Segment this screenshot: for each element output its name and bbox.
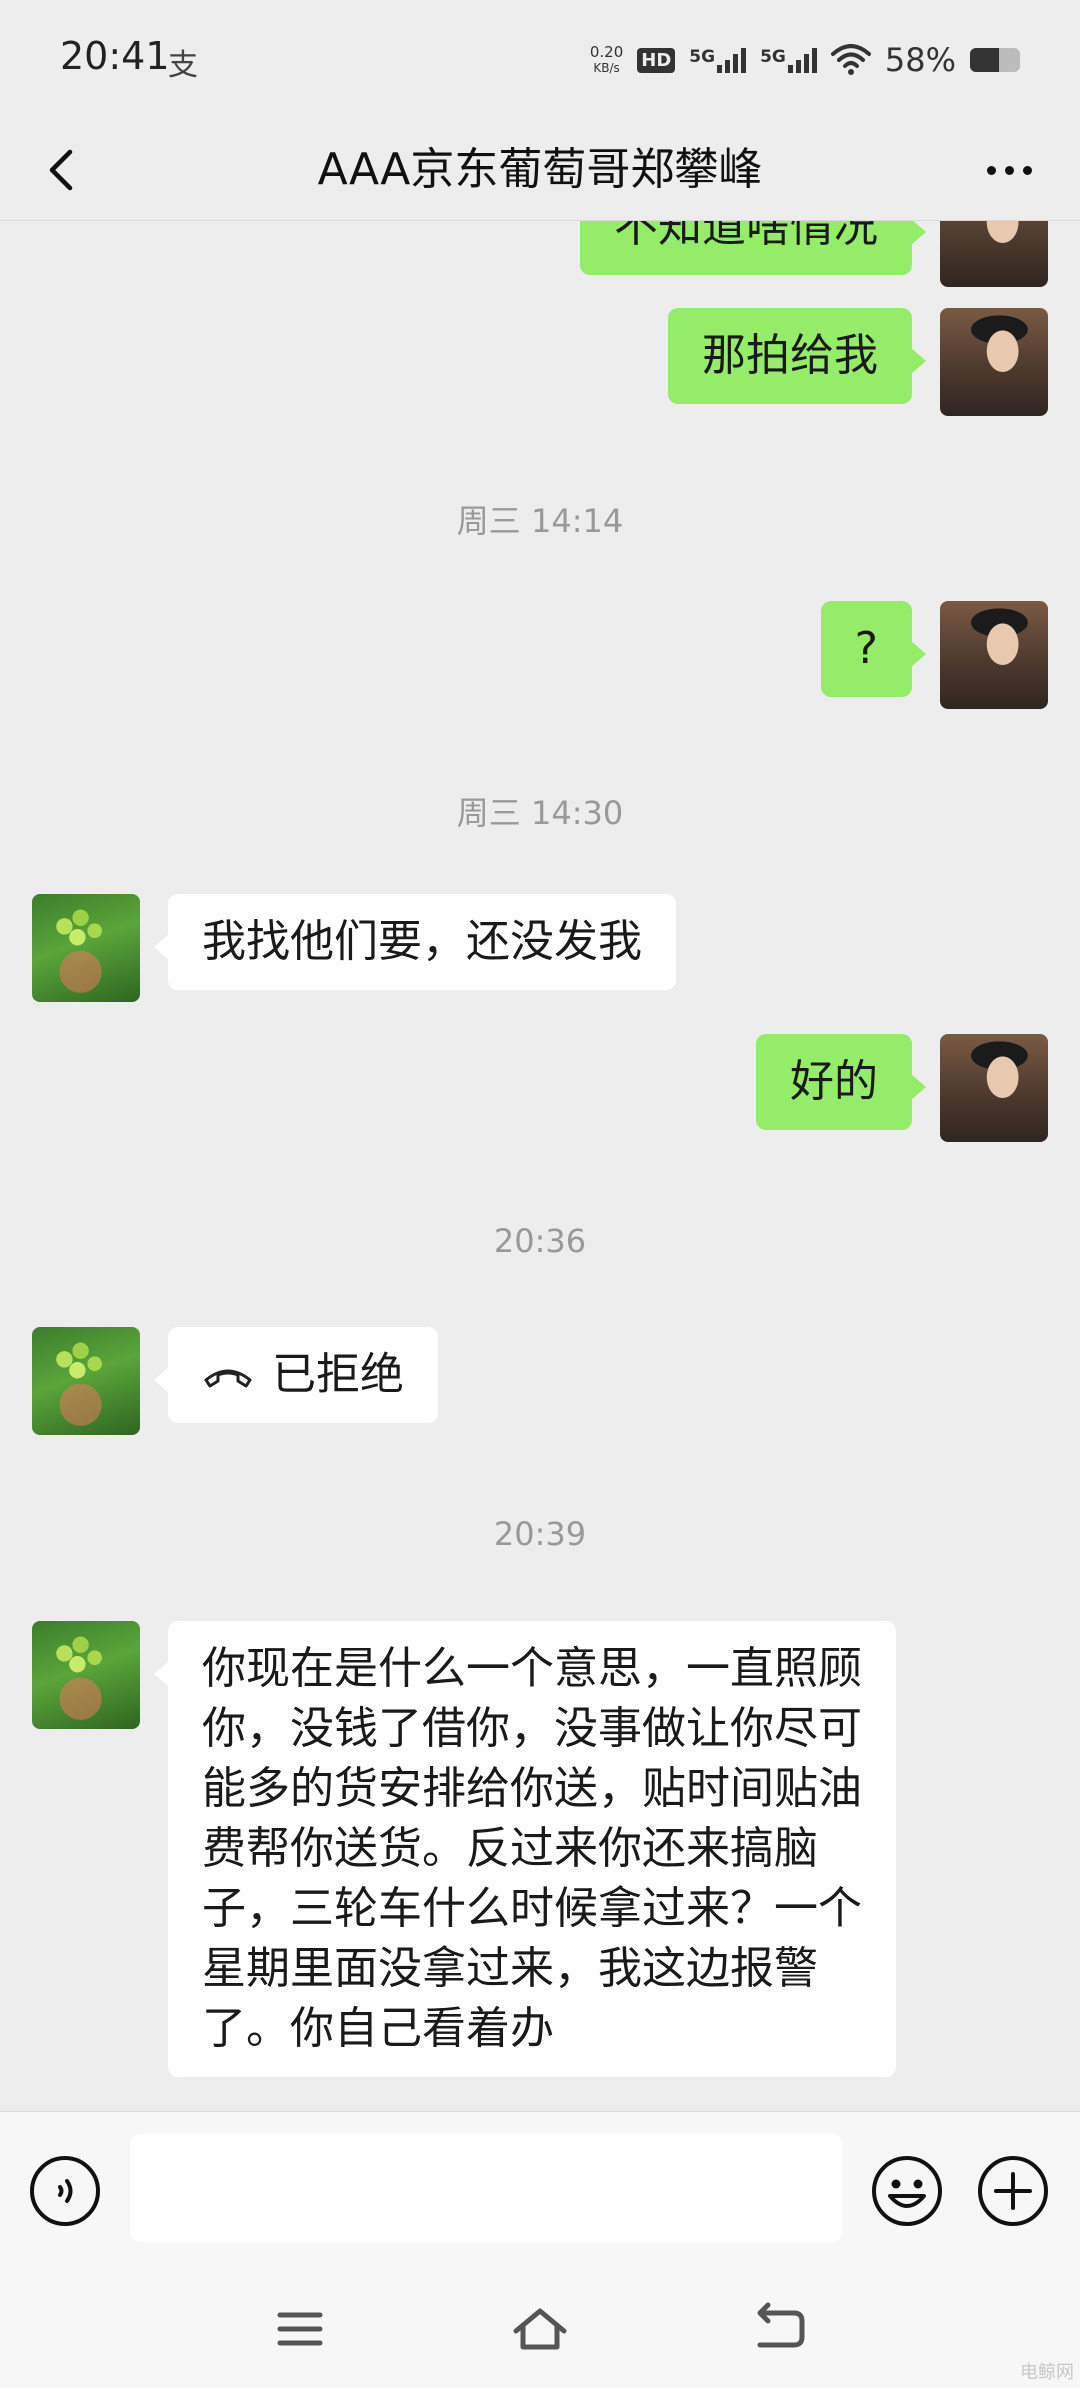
message-received-call: 已拒绝 [32,1327,438,1435]
message-sent: 不知道啥情况 [580,221,1048,287]
message-bubble[interactable]: 好的 [756,1034,926,1130]
message-bubble[interactable]: 不知道啥情况 [580,221,926,275]
battery-percent: 58% [884,41,956,79]
network-speed-unit: KB/s [593,61,620,75]
plus-icon[interactable] [976,2154,1050,2228]
wifi-icon [830,44,871,75]
chat-title: AAA京东葡萄哥郑攀峰 [317,144,763,195]
message-bubble[interactable]: 我找他们要，还没发我 [154,894,676,990]
message-received: 我找他们要，还没发我 [32,894,676,1002]
hd-voice-icon: HD [637,47,676,73]
more-options-icon[interactable] [974,142,1044,198]
contact-avatar[interactable] [32,1327,140,1435]
back-arrow-icon[interactable] [36,142,92,198]
sim1-signal-icon: 5G [689,47,747,73]
back-icon[interactable] [750,2299,810,2359]
message-sent: ? [820,601,1048,709]
timestamp: 20:36 [493,1222,587,1260]
my-avatar[interactable] [940,308,1048,416]
network-speed-value: 0.20 [589,43,624,61]
voice-icon[interactable] [28,2154,102,2228]
contact-avatar[interactable] [32,894,140,1002]
call-record-bubble[interactable]: 已拒绝 [154,1327,438,1423]
home-icon[interactable] [510,2299,570,2359]
status-time: 20:41 [60,34,170,78]
timestamp: 周三 14:14 [456,502,624,540]
my-avatar[interactable] [940,221,1048,287]
phone-hangup-icon [204,1369,252,1388]
message-sent: 那拍给我 [668,308,1048,416]
message-bubble[interactable]: 你现在是什么一个意思，一直照顾 你，没钱了借你，没事做让你尽可 能多的货安排给你… [154,1621,896,2077]
my-avatar[interactable] [940,601,1048,709]
message-bubble[interactable]: 那拍给我 [668,308,926,404]
status-bar: 20:41 支 0.20 KB/s HD 5G 5G 58% [0,0,1080,120]
my-avatar[interactable] [940,1034,1048,1142]
network-speed: 0.20 KB/s [590,44,623,76]
status-indicators: 0.20 KB/s HD 5G 5G 58% [590,38,1020,82]
alipay-notification-icon: 支 [168,48,198,83]
sim2-network-label: 5G [760,47,786,67]
sim2-signal-icon: 5G [760,47,817,73]
message-input[interactable] [130,2134,842,2242]
system-navigation-bar: 电鲸网 [0,2271,1080,2388]
call-status-text: 已拒绝 [272,1349,404,1400]
message-sent: 好的 [756,1034,1048,1142]
timestamp: 20:39 [493,1515,587,1553]
sim1-network-label: 5G [689,47,716,67]
battery-icon [970,48,1020,72]
message-list[interactable]: 不知道啥情况 那拍给我 周三 14:14 ? 周三 14:30 我找他们要，还没… [0,221,1080,2111]
menu-icon[interactable] [270,2299,330,2359]
message-bubble[interactable]: ? [820,601,927,697]
timestamp: 周三 14:30 [456,794,624,832]
message-received: 你现在是什么一个意思，一直照顾 你，没钱了借你，没事做让你尽可 能多的货安排给你… [32,1621,896,2077]
input-bar [0,2111,1080,2272]
watermark: 电鲸网 [1020,2362,1074,2383]
emoji-icon[interactable] [870,2154,944,2228]
chat-header: AAA京东葡萄哥郑攀峰 [0,120,1080,221]
contact-avatar[interactable] [32,1621,140,1729]
